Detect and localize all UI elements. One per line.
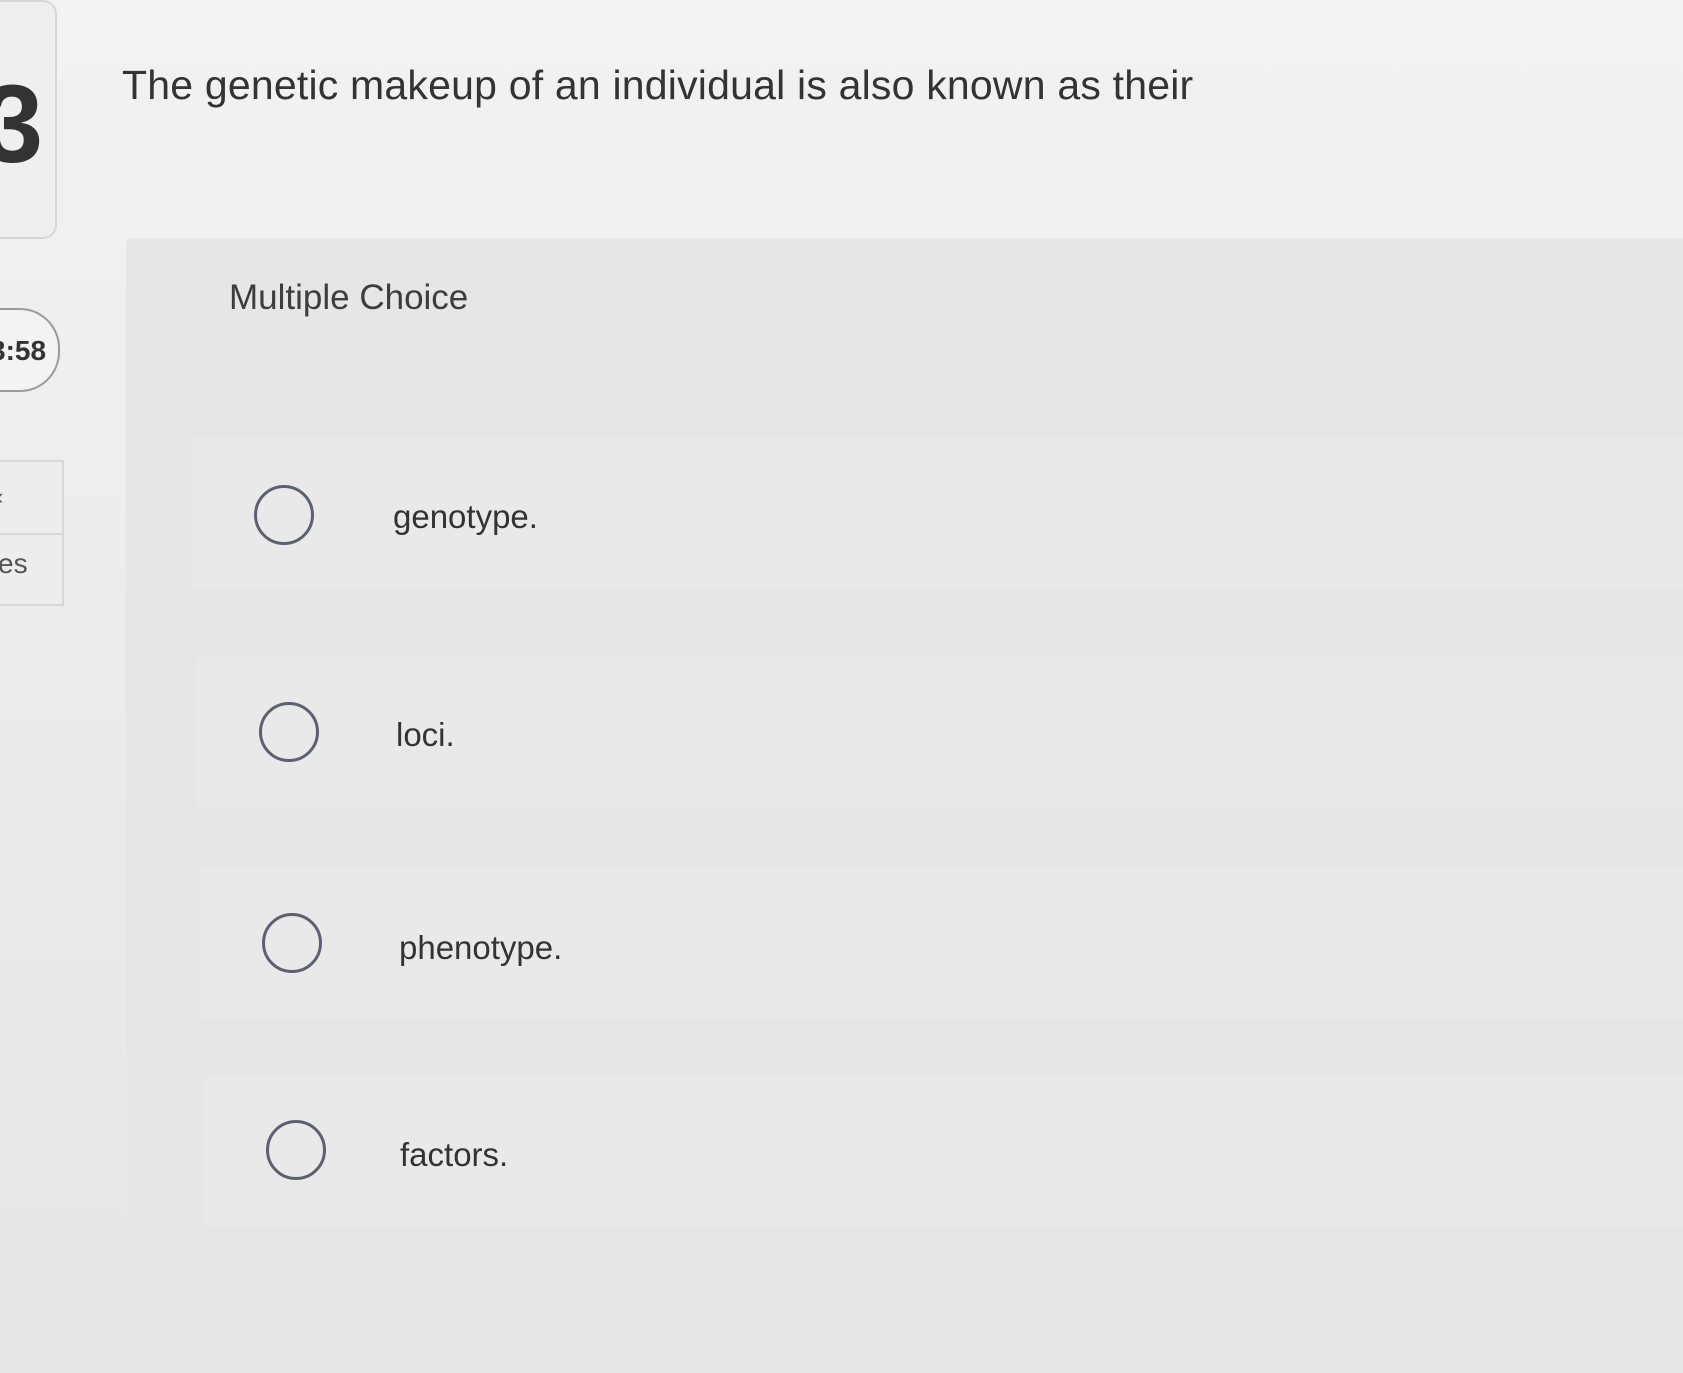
choice-option-phenotype[interactable]: phenotype. [200,868,1683,1018]
choice-option-loci[interactable]: loci. [197,657,1683,807]
choice-option-genotype[interactable]: genotype. [192,438,1683,588]
radio-unchecked-icon[interactable] [254,485,314,545]
sidebar-divider [0,533,62,535]
radio-unchecked-icon[interactable] [266,1120,326,1180]
chevron-left-icon[interactable]: ‹ [0,484,3,510]
choice-option-factors[interactable]: factors. [204,1076,1683,1226]
choice-label: loci. [396,716,455,753]
radio-unchecked-icon[interactable] [262,913,322,973]
timer-text: 3:58 [0,335,47,366]
multiple-choice-title: Multiple Choice [229,278,469,317]
choice-label: factors. [400,1136,509,1173]
choice-label: phenotype. [399,929,563,966]
radio-unchecked-icon[interactable] [259,702,319,762]
question-number: 3 [0,63,44,186]
sidebar-link-references[interactable]: ces [0,548,28,580]
question-text: The genetic makeup of an individual is a… [122,62,1194,108]
choice-label: genotype. [393,498,538,535]
